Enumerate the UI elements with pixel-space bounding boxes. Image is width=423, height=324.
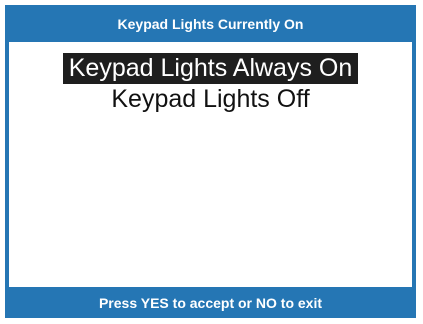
menu-area: Keypad Lights Always On Keypad Lights Of…: [9, 42, 412, 287]
screen-header: Keypad Lights Currently On: [5, 5, 416, 42]
screen-footer: Press YES to accept or NO to exit: [5, 287, 416, 318]
keypad-lights-screen: Keypad Lights Currently On Keypad Lights…: [5, 5, 416, 318]
header-title: Keypad Lights Currently On: [117, 15, 304, 32]
option-keypad-lights-always-on[interactable]: Keypad Lights Always On: [62, 53, 359, 84]
footer-instruction: Press YES to accept or NO to exit: [98, 294, 323, 311]
options-menu: Keypad Lights Always On Keypad Lights Of…: [9, 53, 412, 115]
option-keypad-lights-off[interactable]: Keypad Lights Off: [105, 84, 315, 115]
